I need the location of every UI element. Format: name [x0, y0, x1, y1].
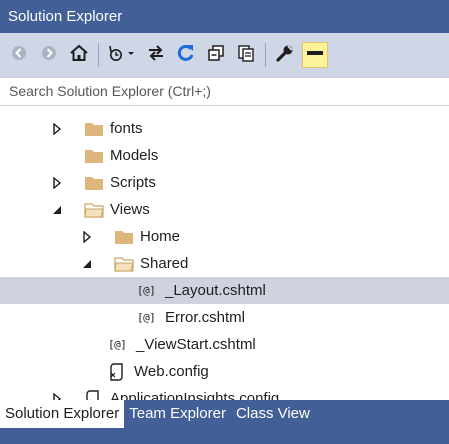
tab-solution-explorer[interactable]: Solution Explorer: [0, 400, 125, 428]
sync-with-active-document-icon: [146, 43, 166, 68]
tree-item-layout-cshtml[interactable]: [@] _Layout.cshtml: [0, 277, 449, 304]
pending-changes-filter-button[interactable]: [105, 42, 139, 68]
tree-item-label: Scripts: [110, 174, 156, 191]
config-file-icon: [108, 362, 128, 381]
folder-icon: [84, 121, 104, 137]
tree-item-web-config[interactable]: Web.config: [0, 358, 449, 385]
pending-changes-filter-icon: [107, 43, 137, 68]
refresh-button[interactable]: [173, 42, 199, 68]
razor-file-icon: [@]: [137, 311, 156, 324]
razor-file-icon: [@]: [108, 338, 127, 351]
solution-tree: fonts Models Scripts Views Home Shared […: [0, 106, 449, 400]
folder-icon: [114, 229, 134, 245]
tree-item-home[interactable]: Home: [0, 223, 449, 250]
folder-open-icon: [114, 256, 134, 272]
refresh-icon: [176, 43, 196, 68]
tree-item-label: Views: [110, 201, 150, 218]
collapsed-arrow-icon[interactable]: [50, 392, 64, 400]
tree-item-label: fonts: [110, 120, 143, 137]
collapse-all-icon: [206, 43, 226, 68]
tree-item-label: Shared: [140, 255, 189, 272]
tree-item-label: Error.cshtml: [165, 309, 246, 326]
show-all-files-icon: [236, 43, 256, 68]
folder-icon: [84, 148, 104, 164]
tree-item-label: Web.config: [134, 363, 209, 380]
search-placeholder: Search Solution Explorer (Ctrl+;): [9, 83, 211, 99]
tree-item-label: Home: [140, 228, 181, 245]
expanded-arrow-icon[interactable]: [50, 203, 64, 217]
tree-item-views[interactable]: Views: [0, 196, 449, 223]
back-button[interactable]: [6, 42, 32, 68]
tree-item-shared[interactable]: Shared: [0, 250, 449, 277]
tree-item-fonts[interactable]: fonts: [0, 115, 449, 142]
tree-item-label: _Layout.cshtml: [165, 282, 266, 299]
tree-item-error-cshtml[interactable]: [@] Error.cshtml: [0, 304, 449, 331]
window-title: Solution Explorer: [0, 0, 449, 33]
tree-item-label: _ViewStart.cshtml: [136, 336, 256, 353]
collapsed-arrow-icon[interactable]: [50, 176, 64, 190]
forward-button[interactable]: [36, 42, 62, 68]
show-all-files-button[interactable]: [233, 42, 259, 68]
properties-button[interactable]: [272, 42, 298, 68]
tab-class-view[interactable]: Class View: [231, 400, 315, 428]
home-button[interactable]: [66, 42, 92, 68]
tree-item-label: Models: [110, 147, 159, 164]
folder-open-icon: [84, 202, 104, 218]
toolbar: [0, 33, 449, 77]
tab-team-explorer[interactable]: Team Explorer: [124, 400, 231, 428]
preview-selected-items-button[interactable]: [302, 42, 328, 68]
forward-icon: [40, 44, 58, 67]
preview-selected-items-icon: [305, 43, 325, 68]
back-icon: [10, 44, 28, 67]
tree-item-applicationinsights-config[interactable]: ApplicationInsights.config: [0, 385, 449, 400]
expanded-arrow-icon[interactable]: [80, 257, 94, 271]
search-input[interactable]: Search Solution Explorer (Ctrl+;): [0, 77, 449, 106]
tree-item-models[interactable]: Models: [0, 142, 449, 169]
sync-button[interactable]: [143, 42, 169, 68]
toolbar-separator: [265, 43, 266, 67]
toolbar-separator: [98, 43, 99, 67]
collapsed-arrow-icon[interactable]: [50, 122, 64, 136]
folder-icon: [84, 175, 104, 191]
tree-item-viewstart-cshtml[interactable]: [@] _ViewStart.cshtml: [0, 331, 449, 358]
tree-item-label: ApplicationInsights.config: [110, 390, 280, 400]
properties-wrench-icon: [275, 43, 295, 68]
home-icon: [69, 43, 89, 68]
tree-item-scripts[interactable]: Scripts: [0, 169, 449, 196]
collapsed-arrow-icon[interactable]: [80, 230, 94, 244]
razor-file-icon: [@]: [137, 284, 156, 297]
bottom-tab-strip: Solution Explorer Team Explorer Class Vi…: [0, 400, 449, 444]
collapse-all-button[interactable]: [203, 42, 229, 68]
config-file-icon: [84, 389, 104, 400]
